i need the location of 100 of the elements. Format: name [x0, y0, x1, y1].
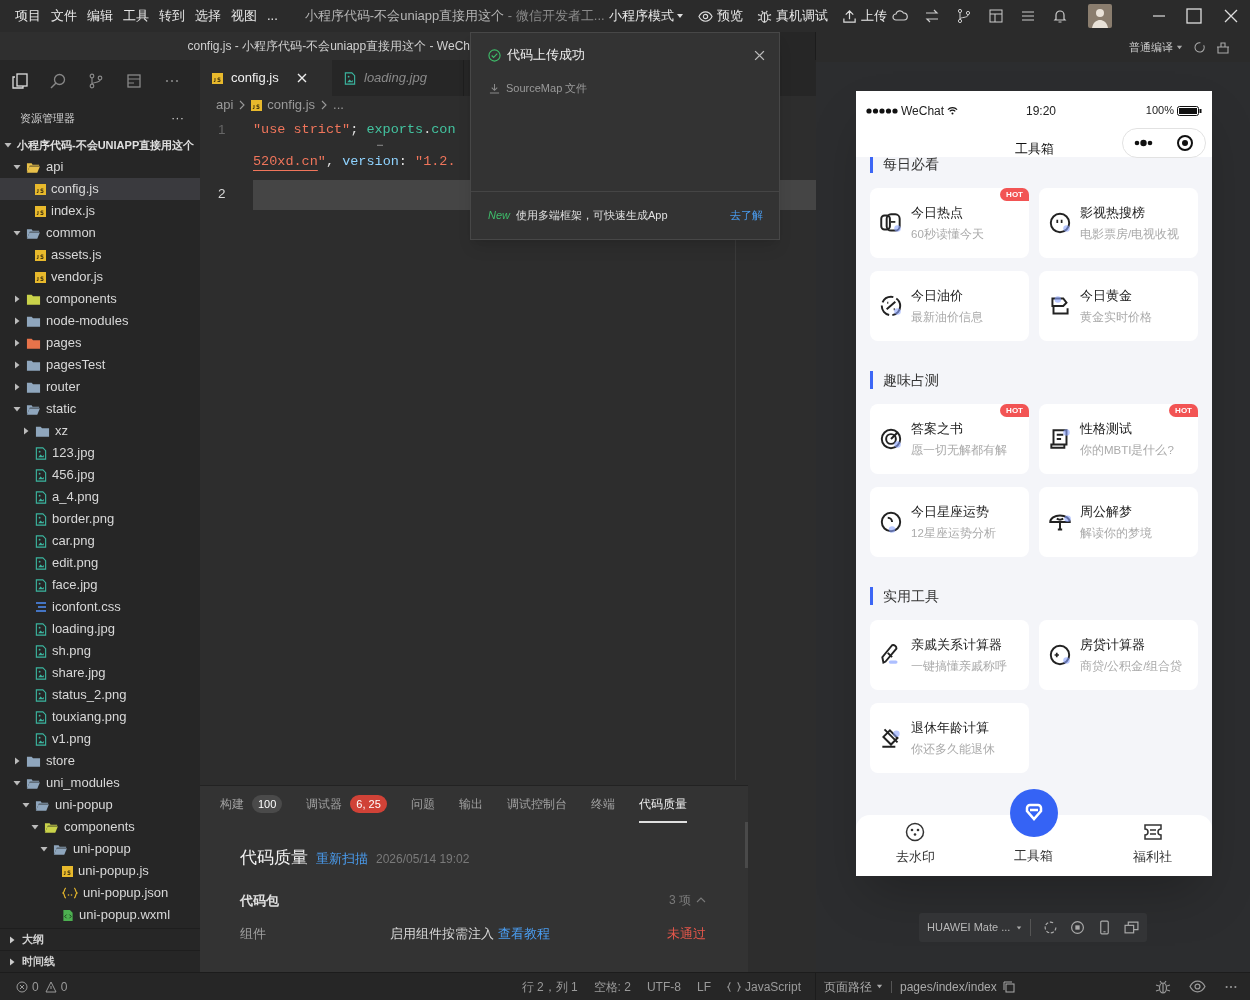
tool-card[interactable]: 今日黄金 黄金实时价格: [1039, 271, 1198, 341]
panel-tab[interactable]: 代码质量: [638, 786, 687, 823]
file-item[interactable]: config.js: [0, 178, 200, 200]
folder-item[interactable]: common: [0, 222, 200, 244]
sourcemap-link[interactable]: SourceMap 文件: [506, 79, 588, 97]
tool-card[interactable]: HOT 答案之书 愿一切无解都有解: [870, 404, 1029, 474]
rotate-icon[interactable]: [1043, 920, 1059, 935]
tool-card[interactable]: 影视热搜榜 电影票房/电视收视: [1039, 188, 1198, 258]
branch-icon[interactable]: [88, 73, 104, 89]
tool-card[interactable]: 退休年龄计算 你还多久能退休: [870, 703, 1029, 773]
tab-item[interactable]: 工具箱: [974, 789, 1094, 876]
file-item[interactable]: 123.jpg: [0, 442, 200, 464]
close-icon[interactable]: [1224, 9, 1238, 23]
folder-item[interactable]: pagesTest: [0, 354, 200, 376]
editor-tab[interactable]: config.js: [200, 60, 332, 96]
menu-item[interactable]: 工具: [118, 6, 154, 26]
folder-item[interactable]: static: [0, 398, 200, 420]
clear-icon[interactable]: [1216, 40, 1230, 54]
folder-item[interactable]: api: [0, 156, 200, 178]
folder-item[interactable]: uni-popup: [0, 838, 200, 860]
close-icon[interactable]: [754, 49, 765, 61]
folder-item[interactable]: components: [0, 288, 200, 310]
maximize-icon[interactable]: [1186, 8, 1202, 24]
section-header[interactable]: 大纲: [0, 928, 200, 950]
panel-tab[interactable]: 构建 100: [220, 786, 283, 823]
folder-item[interactable]: 小程序代码-不会UNIAPP直接用这个: [0, 134, 200, 156]
file-item[interactable]: uni-popup.js: [0, 860, 200, 882]
fold-marker[interactable]: …: [377, 140, 383, 148]
tab-item[interactable]: 福利社: [1093, 815, 1212, 876]
swap-icon[interactable]: [924, 8, 940, 24]
tool-card[interactable]: 亲戚关系计算器 一键搞懂亲戚称呼: [870, 620, 1029, 690]
tool-card[interactable]: 今日油价 最新油价信息: [870, 271, 1029, 341]
bell-icon[interactable]: [1052, 8, 1068, 24]
menu-item[interactable]: 编辑: [82, 6, 118, 26]
status-item[interactable]: UTF-8: [646, 977, 681, 996]
bug-icon[interactable]: [1155, 978, 1171, 995]
file-item[interactable]: share.jpg: [0, 662, 200, 684]
file-item[interactable]: border.png: [0, 508, 200, 530]
layout-icon[interactable]: [988, 8, 1004, 24]
status-item[interactable]: LF: [696, 977, 711, 996]
file-item[interactable]: edit.png: [0, 552, 200, 574]
windows-icon[interactable]: [1124, 920, 1140, 935]
menu-item[interactable]: 文件: [46, 6, 82, 26]
search-icon[interactable]: [50, 73, 66, 89]
refresh-icon[interactable]: [1193, 40, 1206, 54]
tab-item[interactable]: 去水印: [856, 815, 975, 876]
file-item[interactable]: iconfont.css: [0, 596, 200, 618]
breadcrumb-item[interactable]: config.js: [267, 95, 316, 115]
panel-tab[interactable]: 终端: [590, 786, 615, 823]
folder-item[interactable]: uni_modules: [0, 772, 200, 794]
folder-item[interactable]: store: [0, 750, 200, 772]
panel-tab[interactable]: 调试器 6, 25: [306, 786, 387, 823]
file-item[interactable]: uni-popup.wxml: [0, 904, 200, 926]
file-item[interactable]: face.jpg: [0, 574, 200, 596]
folder-item[interactable]: pages: [0, 332, 200, 354]
folder-item[interactable]: xz: [0, 420, 200, 442]
panel-tab[interactable]: 调试控制台: [506, 786, 567, 823]
file-item[interactable]: touxiang.png: [0, 706, 200, 728]
folder-item[interactable]: node-modules: [0, 310, 200, 332]
file-item[interactable]: a_4.png: [0, 486, 200, 508]
file-item[interactable]: status_2.png: [0, 684, 200, 706]
toolbar-button[interactable]: 真机调试: [756, 6, 828, 26]
status-item[interactable]: 空格: 2: [593, 977, 631, 996]
breadcrumb-item[interactable]: api: [216, 95, 234, 115]
file-item[interactable]: uni-popup.json: [0, 882, 200, 904]
record-icon[interactable]: [1070, 920, 1086, 935]
eye-icon[interactable]: [1189, 978, 1206, 995]
breadcrumb-item[interactable]: ...: [333, 95, 344, 115]
files-icon[interactable]: [12, 73, 28, 89]
error-count[interactable]: 0: [32, 977, 39, 996]
menu-item[interactable]: 转到: [154, 6, 190, 26]
tool-card[interactable]: 今日星座运势 12星座运势分析: [870, 487, 1029, 557]
tool-card[interactable]: HOT 性格测试 你的MBTI是什么?: [1039, 404, 1198, 474]
toolbar-button[interactable]: 上传: [841, 6, 887, 26]
compile-mode-dropdown[interactable]: 普通编译: [1129, 38, 1183, 56]
file-item[interactable]: 456.jpg: [0, 464, 200, 486]
learn-more-link[interactable]: 去了解: [730, 207, 763, 224]
more-button[interactable]: ···: [171, 108, 184, 128]
page-path-dropdown[interactable]: 页面路径: [824, 977, 883, 996]
branch-icon[interactable]: [956, 8, 972, 24]
tool-card[interactable]: 周公解梦 解读你的梦境: [1039, 487, 1198, 557]
cloud-icon[interactable]: [892, 8, 908, 24]
tutorial-link[interactable]: 查看教程: [497, 926, 550, 941]
menu-icon[interactable]: [1020, 8, 1036, 24]
file-item[interactable]: assets.js: [0, 244, 200, 266]
rescan-link[interactable]: 重新扫描: [316, 849, 368, 869]
menu-item[interactable]: 选择: [190, 6, 226, 26]
toolbox-button-icon[interactable]: [1010, 789, 1058, 837]
copy-icon[interactable]: [1002, 980, 1015, 993]
warning-count[interactable]: 0: [60, 977, 68, 996]
menu-item[interactable]: 项目: [10, 6, 46, 26]
folder-item[interactable]: components: [0, 816, 200, 838]
avatar-icon[interactable]: [1088, 4, 1112, 28]
file-item[interactable]: loading.jpg: [0, 618, 200, 640]
menu-item[interactable]: 视图: [226, 6, 262, 26]
status-item[interactable]: 行 2，列 1: [521, 977, 578, 996]
mode-dropdown[interactable]: 小程序模式: [608, 6, 684, 26]
file-item[interactable]: car.png: [0, 530, 200, 552]
file-item[interactable]: index.js: [0, 200, 200, 222]
folder-item[interactable]: router: [0, 376, 200, 398]
